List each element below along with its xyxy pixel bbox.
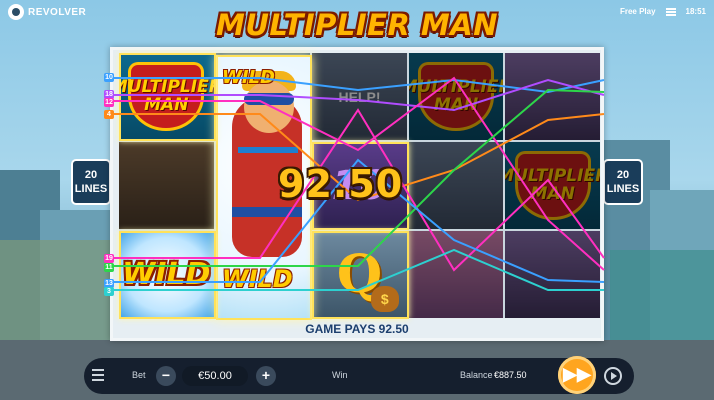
lines-badge-left: 20 LINES [71,159,111,205]
multiplier-man-shield: MULTIPLIER MAN [409,61,503,132]
payline-marker: 19 [104,254,114,263]
autoplay-icon[interactable] [604,367,622,385]
play-mode: Free Play [619,7,656,16]
menu-icon[interactable] [665,7,676,16]
increase-bet-button[interactable]: + [256,366,276,386]
bet-value: €50.00 [182,366,248,386]
symbol-help: HELP! [312,53,407,140]
bet-label: Bet [132,370,146,380]
payline-marker: 10 [104,73,114,82]
lines-badge-right: 20 LINES [603,159,643,205]
payline-marker: 4 [104,110,114,119]
money-bag-icon: $ [370,286,399,312]
symbol-wild: WILD [119,231,214,318]
game-title: MULTIPLIER MAN [216,8,498,42]
win-label: Win [332,370,348,380]
brand-logo: REVOLVER [8,4,86,20]
spin-button[interactable]: ▶▶ [558,356,596,394]
symbol-car [505,53,600,140]
game-pays-text: GAME PAYS 92.50 [305,322,409,336]
control-bar: Bet − €50.00 + Win Balance €887.50 ▶▶ [84,356,634,394]
symbol-label: HELP! [338,88,381,105]
symbol-help [408,142,504,229]
wild-label: WILD [222,265,293,293]
symbol-label: WILD [122,257,211,292]
status-area: Free Play 18:51 [620,7,706,16]
symbol-dog [119,142,214,229]
hero-mask [244,93,294,105]
symbol-car [505,231,600,318]
payline-marker: 3 [104,287,114,296]
decrease-bet-button[interactable]: − [156,366,176,386]
balance-label: Balance [460,370,493,380]
hero-face [244,81,294,133]
symbol-multiplier-man: MULTIPLIER MAN [408,53,504,140]
hero-stripe [238,147,298,153]
symbol-multiplier-man: MULTIPLIER MAN [505,142,600,229]
balance-value: €887.50 [494,370,527,380]
payline-marker: 11 [104,263,114,272]
win-amount: 92.50 [278,162,404,206]
symbol-multiplier-man: MULTIPLIER MAN [119,53,214,140]
lines-count: 20 [84,169,98,181]
symbol-queen: Q $ [312,231,407,318]
lines-word: LINES [74,183,108,195]
lines-word: LINES [606,183,640,195]
revolver-logo-icon [8,4,24,20]
brand-name: REVOLVER [28,6,87,18]
symbol-label: MULTIPLIER MAN [409,76,504,115]
clock: 18:51 [685,7,706,16]
symbol-label: MULTIPLIER MAN [119,76,214,115]
multiplier-man-shield: MULTIPLIER MAN [119,61,214,132]
menu-icon[interactable] [92,369,104,381]
symbol-pig [408,231,504,318]
payline-marker: 12 [104,98,114,107]
symbol-label: MULTIPLIER MAN [505,165,600,204]
lines-count: 20 [616,169,630,181]
hero-belt [232,207,302,217]
wild-label: WILD [222,67,275,88]
multiplier-man-shield: MULTIPLIER MAN [505,150,600,221]
